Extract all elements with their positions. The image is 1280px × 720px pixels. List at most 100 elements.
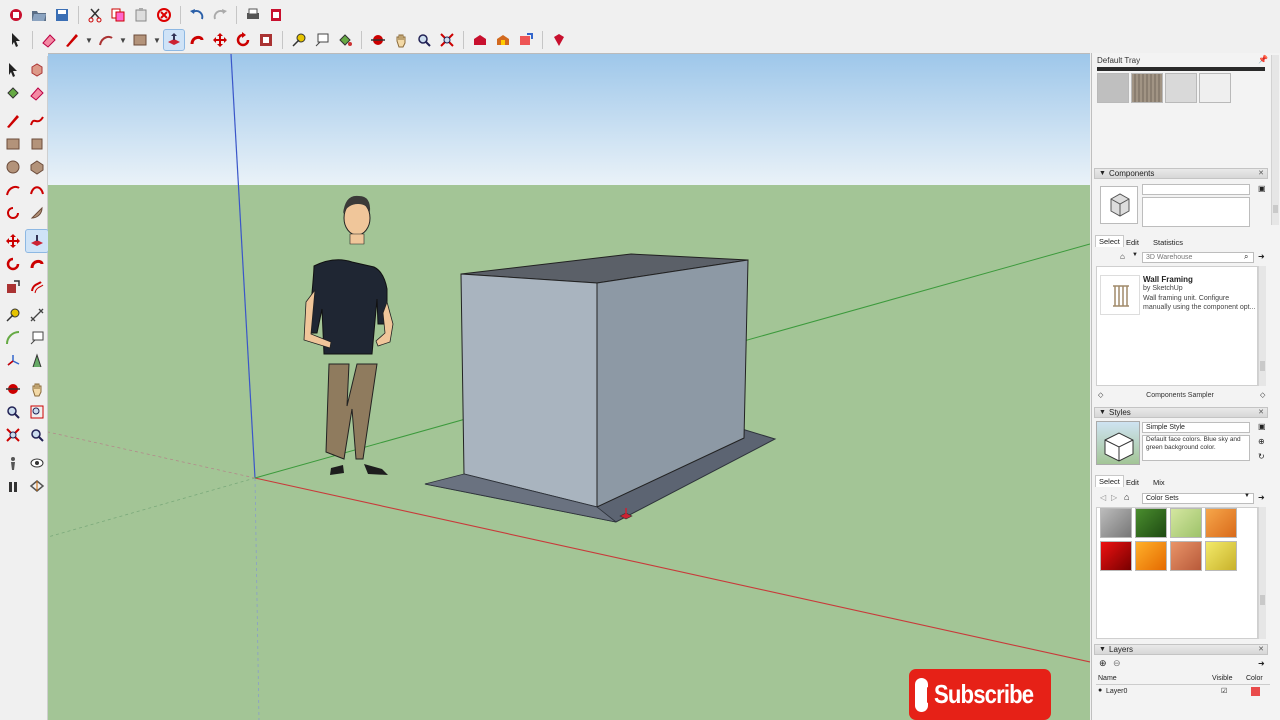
layer-name[interactable]: Layer0 [1106,688,1127,695]
layer-row[interactable]: ● Layer0 ☑ [1096,686,1270,698]
components-panel-header[interactable]: ▼ Components ✕ [1094,168,1268,179]
layer-visible-checkbox[interactable]: ☑ [1221,687,1227,695]
back-arrow-icon[interactable]: ◁ [1100,493,1106,502]
tray-pin-icon[interactable]: 📌 [1258,55,1268,64]
style-options-icon[interactable]: ➜ [1258,493,1265,502]
home-icon[interactable]: ⌂ [1120,252,1125,261]
scale-tool-icon[interactable] [2,276,24,298]
component-description-field[interactable] [1142,197,1250,227]
arc-tool-icon[interactable] [2,179,24,201]
text-label-icon[interactable] [312,30,332,50]
rectangle-icon[interactable] [130,30,150,50]
zoom-tool-icon[interactable] [2,401,24,423]
component-details-icon[interactable]: ▣ [1258,184,1266,193]
styles-tab-select[interactable]: Select [1095,475,1124,487]
pan-icon[interactable] [391,30,411,50]
pie-tool-icon[interactable] [26,202,48,224]
orbit-icon[interactable] [368,30,388,50]
paint-bucket-icon[interactable] [335,30,355,50]
axes-tool-icon[interactable] [2,350,24,372]
styles-tab-mix[interactable]: Mix [1153,478,1165,487]
styles-panel-header[interactable]: ▼ Styles ✕ [1094,407,1268,418]
styles-tab-edit[interactable]: Edit [1126,478,1139,487]
style-refresh-icon[interactable]: ↻ [1258,452,1265,461]
forward-arrow-icon[interactable]: ▷ [1111,493,1117,502]
follow-me-icon[interactable] [187,30,207,50]
3d-text-tool-icon[interactable] [26,350,48,372]
share-model-icon[interactable] [516,30,536,50]
polygon-tool-icon[interactable] [26,156,48,178]
zoom-icon[interactable] [414,30,434,50]
tray-scrollbar[interactable] [1271,55,1279,225]
three-point-arc-icon[interactable] [2,202,24,224]
paste-icon[interactable] [131,5,151,25]
open-folder-icon[interactable] [29,5,49,25]
styles-home-icon[interactable]: ⌂ [1124,492,1129,502]
rotate-icon[interactable] [233,30,253,50]
pencil-dropdown-icon[interactable]: ▼ [85,36,93,45]
rectangle-tool-icon[interactable] [2,133,24,155]
style-swatch-terracotta[interactable] [1170,541,1202,571]
material-swatch-stucco[interactable] [1165,73,1197,103]
collection-right-icon[interactable]: ◇ [1260,391,1265,399]
zoom-window-icon[interactable] [26,401,48,423]
follow-me-tool-icon[interactable] [26,253,48,275]
dimension-tool-icon[interactable] [26,304,48,326]
material-swatch-wood[interactable] [1131,73,1163,103]
layer-options-icon[interactable]: ➜ [1258,659,1265,668]
style-update-icon[interactable]: ▣ [1258,422,1266,431]
pan-tool-icon[interactable] [26,378,48,400]
box-front-face[interactable] [460,273,598,508]
delete-icon[interactable] [154,5,174,25]
push-pull-tool-icon[interactable] [25,229,49,253]
material-swatch-white[interactable] [1199,73,1231,103]
style-swatch-gray[interactable] [1100,508,1132,538]
wall-framing-thumbnail[interactable] [1100,275,1140,315]
arc-dropdown-icon[interactable]: ▼ [119,36,127,45]
style-description-field[interactable]: Default face colors. Blue sky and green … [1142,435,1250,461]
push-pull-icon[interactable] [163,29,185,51]
style-swatch-red[interactable] [1100,541,1132,571]
new-file-icon[interactable] [6,5,26,25]
eraser-tool-icon[interactable] [26,82,48,104]
circle-tool-icon[interactable] [2,156,24,178]
rotate-tool-icon[interactable] [2,253,24,275]
style-create-icon[interactable]: ⊕ [1258,437,1265,446]
previous-view-icon[interactable] [26,424,48,446]
style-swatch-green[interactable] [1135,508,1167,538]
layers-panel-header[interactable]: ▼ Layers ✕ [1094,644,1268,655]
look-around-icon[interactable] [26,452,48,474]
tape-measure-icon[interactable] [289,30,309,50]
save-icon[interactable] [52,5,72,25]
tape-measure-tool-icon[interactable] [2,304,24,326]
warehouse-icon[interactable] [470,30,490,50]
style-collection-select[interactable]: Color Sets [1142,493,1254,504]
component-options-icon[interactable]: ➜ [1258,252,1265,261]
component-list-scrollbar[interactable] [1258,266,1266,386]
search-icon[interactable]: ⌕ [1244,252,1248,262]
orbit-tool-icon[interactable] [2,378,24,400]
arc-icon[interactable] [96,30,116,50]
style-swatch-yellow[interactable] [1205,541,1237,571]
component-name-field[interactable] [1142,184,1250,195]
print-icon[interactable] [243,5,263,25]
zoom-extents-tool-icon[interactable] [2,424,24,446]
components-tab-edit[interactable]: Edit [1126,238,1139,247]
eraser-icon[interactable] [39,30,59,50]
style-name-field[interactable]: Simple Style [1142,422,1250,433]
material-swatch-concrete[interactable] [1097,73,1129,103]
component-collection-label[interactable]: Components Sampler [1092,392,1268,399]
style-collection-dropdown-icon[interactable]: ▼ [1244,493,1250,499]
style-grid-scrollbar[interactable] [1258,507,1266,639]
components-tab-statistics[interactable]: Statistics [1153,238,1183,247]
select-arrow-icon[interactable] [6,30,26,50]
undo-icon[interactable] [187,5,207,25]
copy-icon[interactable] [108,5,128,25]
add-layer-icon[interactable]: ⊕ [1099,658,1107,669]
offset-tool-icon[interactable] [26,276,48,298]
model-viewport[interactable] [48,53,1090,720]
extension-warehouse-icon[interactable] [493,30,513,50]
walk-tool-icon[interactable] [2,475,24,497]
zoom-extents-icon[interactable] [437,30,457,50]
model-info-icon[interactable] [266,5,286,25]
